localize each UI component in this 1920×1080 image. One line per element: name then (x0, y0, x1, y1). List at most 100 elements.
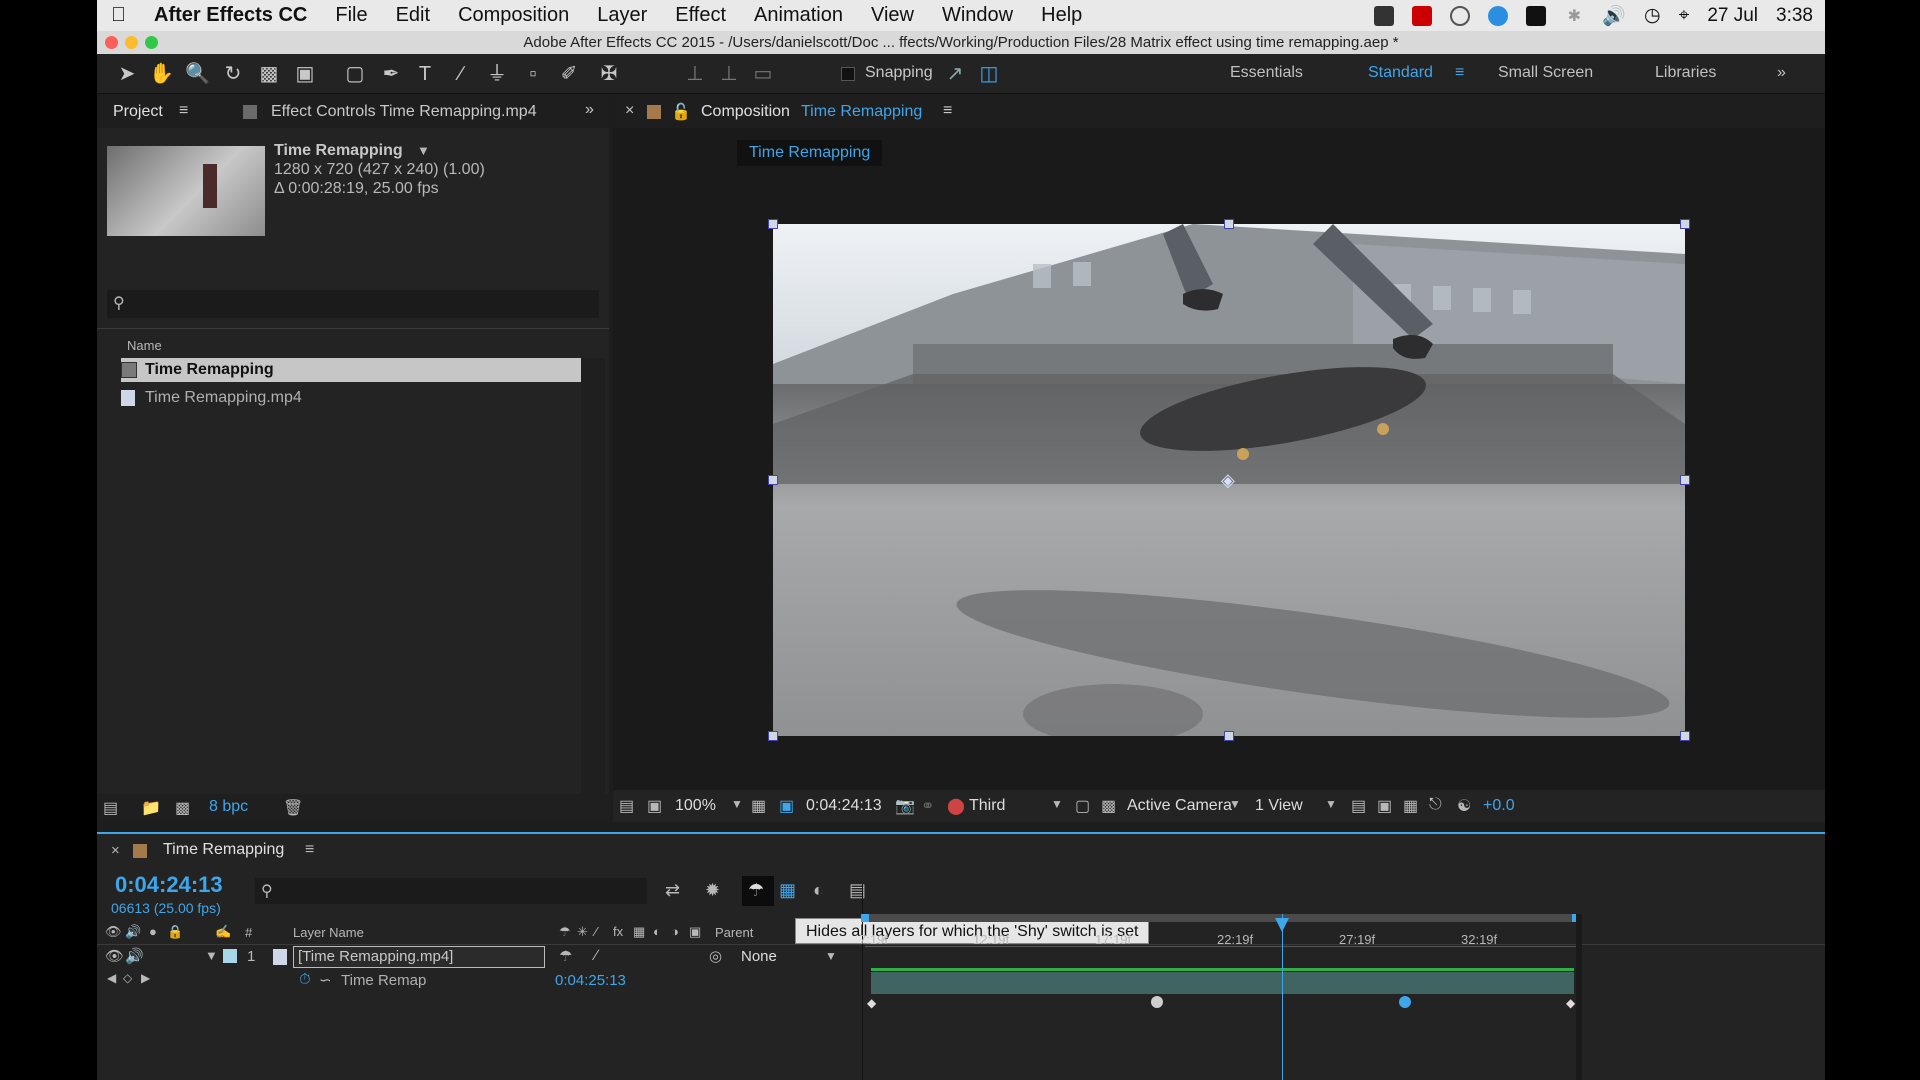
roto-brush-tool-icon[interactable]: ✐ (557, 62, 581, 86)
menubar-time[interactable]: 3:38 (1776, 5, 1813, 27)
snap-edges-icon[interactable]: ↗ (943, 62, 967, 86)
type-tool-icon[interactable]: T (413, 62, 437, 86)
timeline-current-time[interactable]: 0:04:24:13 (115, 872, 223, 898)
workspace-essentials[interactable]: Essentials (1230, 64, 1303, 82)
transform-handle[interactable] (1680, 475, 1690, 485)
pickwhip-icon[interactable]: ◎ (709, 947, 722, 965)
audio-switch-header-icon[interactable]: 🔊 (125, 924, 141, 940)
menu-edit[interactable]: Edit (382, 4, 444, 27)
quality-layer-icon[interactable]: ∕ (595, 947, 598, 964)
workspace-libraries[interactable]: Libraries (1655, 64, 1716, 82)
timeline-search-input[interactable]: ⚲ (255, 878, 647, 904)
composition-menu-icon[interactable]: ≡ (943, 102, 952, 120)
new-composition-icon[interactable]: ▩ (175, 798, 190, 818)
menu-file[interactable]: File (321, 4, 381, 27)
frame-blending-icon[interactable]: ▦ (779, 880, 796, 901)
label-header-icon[interactable]: ✍ (215, 924, 231, 940)
tab-effect-controls[interactable]: Effect Controls Time Remapping.mp4 (271, 103, 537, 121)
headphones-icon[interactable] (1450, 5, 1471, 26)
playhead[interactable] (1282, 914, 1283, 1080)
graph-icon[interactable]: ∽ (319, 971, 332, 989)
expand-layer-icon[interactable]: ▼ (205, 948, 218, 963)
channel-icon[interactable]: ⬤ (947, 796, 965, 816)
stopwatch-icon[interactable]: ⏱ (299, 971, 311, 988)
menubar-date[interactable]: 27 Jul (1707, 5, 1758, 27)
menu-layer[interactable]: Layer (583, 4, 661, 27)
menu-composition[interactable]: Composition (444, 4, 583, 27)
adjustment-header-icon[interactable]: ◑ (671, 924, 679, 939)
zoom-tool-icon[interactable]: 🔍 (185, 62, 210, 86)
layer-duration-bar[interactable] (871, 972, 1574, 994)
zoom-window-button[interactable] (145, 36, 158, 49)
apple-icon[interactable]:  (97, 4, 140, 27)
view-layout-dropdown-arrow-icon[interactable]: ▼ (1325, 797, 1337, 811)
pen-tool-icon[interactable]: ✒ (379, 62, 403, 86)
axis-view-icon[interactable]: ▭ (751, 62, 775, 86)
menu-effect[interactable]: Effect (661, 4, 740, 27)
transform-handle[interactable] (768, 219, 778, 229)
volume-icon[interactable]: 🔊 (1602, 4, 1626, 28)
shy-switch-header-icon[interactable]: ☂ (559, 924, 571, 940)
video-switch-header-icon[interactable]: 👁 (105, 924, 122, 940)
show-snapshot-icon[interactable]: ⚭ (921, 796, 934, 816)
timeline-graph-area[interactable]: 7:19f 12:19f 17:19f 22:19f 27:19f 32:19f… (859, 884, 1580, 1080)
work-area-start-handle[interactable] (861, 914, 869, 922)
layer-label-color[interactable] (223, 949, 237, 963)
project-list-item[interactable]: Time Remapping (121, 358, 584, 382)
draft-3d-icon[interactable]: ✹ (705, 880, 720, 901)
snapshot-icon[interactable]: 📷 (895, 796, 915, 816)
quality-header-icon[interactable]: ∕ (595, 924, 597, 939)
motion-blur-icon[interactable]: ◐ (813, 880, 824, 901)
project-list-item[interactable]: Time Remapping.mp4 (121, 386, 584, 410)
flowchart-view-icon[interactable]: ⎋ (1429, 796, 1442, 814)
exposure-value[interactable]: +0.0 (1483, 797, 1515, 815)
transform-handle[interactable] (768, 731, 778, 741)
camera-tool-icon[interactable]: ▩ (257, 62, 281, 86)
monitor-icon[interactable]: ▣ (647, 796, 662, 816)
transform-handle[interactable] (1224, 219, 1234, 229)
add-keyframe-icon[interactable]: ◇ (123, 971, 132, 985)
workspace-overflow-icon[interactable]: » (1777, 64, 1786, 82)
selection-tool-icon[interactable]: ➤ (115, 62, 139, 86)
current-time-display[interactable]: 0:04:24:13 (806, 797, 882, 815)
new-folder-icon[interactable]: 📁 (141, 798, 161, 818)
frame-blend-header-icon[interactable]: ▦ (633, 924, 645, 940)
minimize-window-button[interactable] (125, 36, 138, 49)
view-layout-dropdown[interactable]: 1 View (1255, 797, 1303, 815)
3d-layer-header-icon[interactable]: ▣ (689, 924, 701, 940)
trash-icon[interactable]: 🗑 (283, 798, 303, 818)
menu-view[interactable]: View (857, 4, 928, 27)
workspace-menu-icon[interactable]: ≡ (1455, 64, 1464, 82)
hand-tool-icon[interactable]: ✋ (149, 62, 174, 86)
zoom-dropdown[interactable]: 100% (675, 797, 716, 815)
tab-project[interactable]: Project (113, 103, 163, 121)
transform-handle[interactable] (1680, 219, 1690, 229)
parent-header[interactable]: Parent (715, 925, 753, 940)
interpret-footage-icon[interactable]: ▤ (103, 798, 118, 818)
lock-header-icon[interactable]: 🔒 (167, 924, 183, 940)
bit-depth-button[interactable]: 8 bpc (209, 798, 248, 816)
parent-dropdown[interactable]: None (741, 948, 777, 965)
camera-dropdown-arrow-icon[interactable]: ▼ (1229, 797, 1241, 811)
pan-behind-tool-icon[interactable]: ▣ (293, 62, 317, 86)
keyframe[interactable]: ◆ (867, 996, 879, 1010)
project-menu-icon[interactable]: ≡ (179, 102, 188, 120)
layer-name-field[interactable]: [Time Remapping.mp4] (293, 946, 545, 968)
next-keyframe-icon[interactable]: ▶ (141, 971, 150, 985)
anchor-point-icon[interactable]: ◈ (1221, 470, 1235, 491)
transparency-grid-icon[interactable]: ▩ (1101, 796, 1116, 816)
motion-blur-header-icon[interactable]: ◐ (653, 924, 661, 939)
project-item-dropdown-icon[interactable]: ▼ (417, 143, 430, 158)
name-column-header[interactable]: Name (127, 338, 162, 353)
toggle-pixel-aspect-icon[interactable]: ▤ (1351, 796, 1366, 816)
fx-header-icon[interactable]: fx (613, 924, 623, 939)
transform-handle[interactable] (768, 475, 778, 485)
dropbox-icon[interactable] (1526, 5, 1547, 26)
close-timeline-icon[interactable]: × (111, 842, 120, 859)
rectangle-tool-icon[interactable]: ▢ (343, 62, 367, 86)
parent-dropdown-arrow-icon[interactable]: ▼ (825, 949, 837, 963)
panel-overflow-icon[interactable]: » (585, 101, 594, 119)
camera-dropdown[interactable]: Active Camera (1127, 797, 1232, 815)
app-status-icon[interactable] (1374, 5, 1395, 26)
solo-header-icon[interactable]: ● (149, 924, 157, 939)
